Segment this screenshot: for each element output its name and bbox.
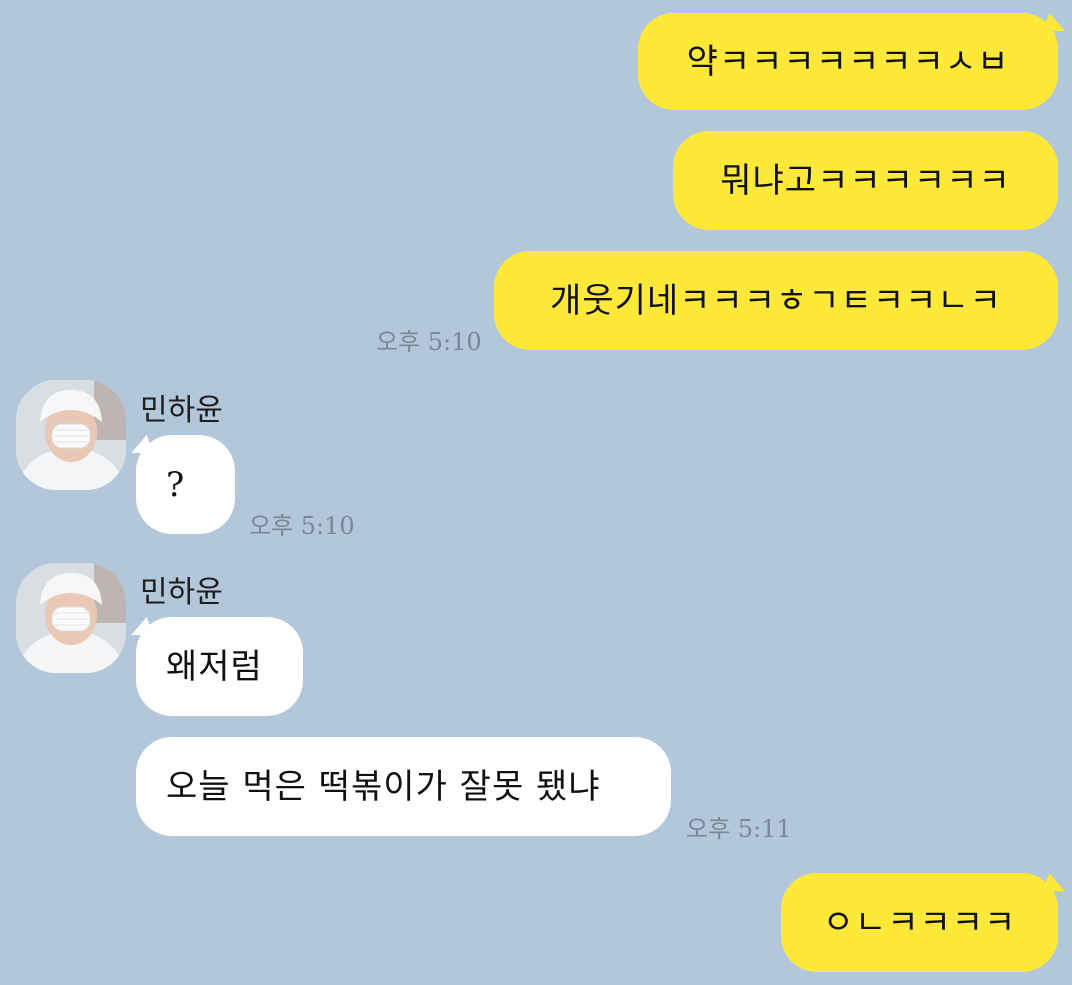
avatar[interactable] — [16, 380, 126, 490]
avatar[interactable] — [16, 563, 126, 673]
my-message-bubble[interactable]: 약ㅋㅋㅋㅋㅋㅋㅋㅅㅂ — [638, 13, 1058, 110]
message-timestamp: 오후 5:10 — [376, 328, 482, 356]
their-message-bubble[interactable]: ? — [136, 435, 235, 534]
their-message-bubble[interactable]: 왜저럼 — [136, 617, 303, 716]
chat-area[interactable]: 약ㅋㅋㅋㅋㅋㅋㅋㅅㅂ 뭐냐고ㅋㅋㅋㅋㅋㅋ 개웃기네ㅋㅋㅋㅎㄱㅌㅋㅋㄴㅋ 오후 5… — [0, 0, 1072, 985]
message-text: 개웃기네ㅋㅋㅋㅎㄱㅌㅋㅋㄴㅋ — [550, 280, 1002, 321]
message-text: ㅇㄴㅋㅋㅋㅋ — [822, 902, 1017, 943]
sender-name: 민하윤 — [140, 575, 223, 610]
message-text: ? — [166, 464, 186, 505]
avatar-photo — [16, 380, 126, 490]
message-timestamp: 오후 5:11 — [686, 815, 792, 843]
message-text: 오늘 먹은 떡볶이가 잘못 됐냐 — [166, 766, 601, 807]
my-message-bubble[interactable]: 개웃기네ㅋㅋㅋㅎㄱㅌㅋㅋㄴㅋ — [494, 251, 1058, 350]
my-message-bubble[interactable]: ㅇㄴㅋㅋㅋㅋ — [781, 873, 1058, 972]
my-message-bubble[interactable]: 뭐냐고ㅋㅋㅋㅋㅋㅋ — [673, 131, 1058, 230]
message-text: 약ㅋㅋㅋㅋㅋㅋㅋㅅㅂ — [686, 41, 1010, 82]
message-text: 왜저럼 — [166, 646, 263, 687]
message-text: 뭐냐고ㅋㅋㅋㅋㅋㅋ — [720, 160, 1011, 201]
their-message-bubble[interactable]: 오늘 먹은 떡볶이가 잘못 됐냐 — [136, 737, 671, 836]
avatar-photo — [16, 563, 126, 673]
sender-name: 민하윤 — [140, 393, 223, 428]
message-timestamp: 오후 5:10 — [249, 512, 355, 540]
